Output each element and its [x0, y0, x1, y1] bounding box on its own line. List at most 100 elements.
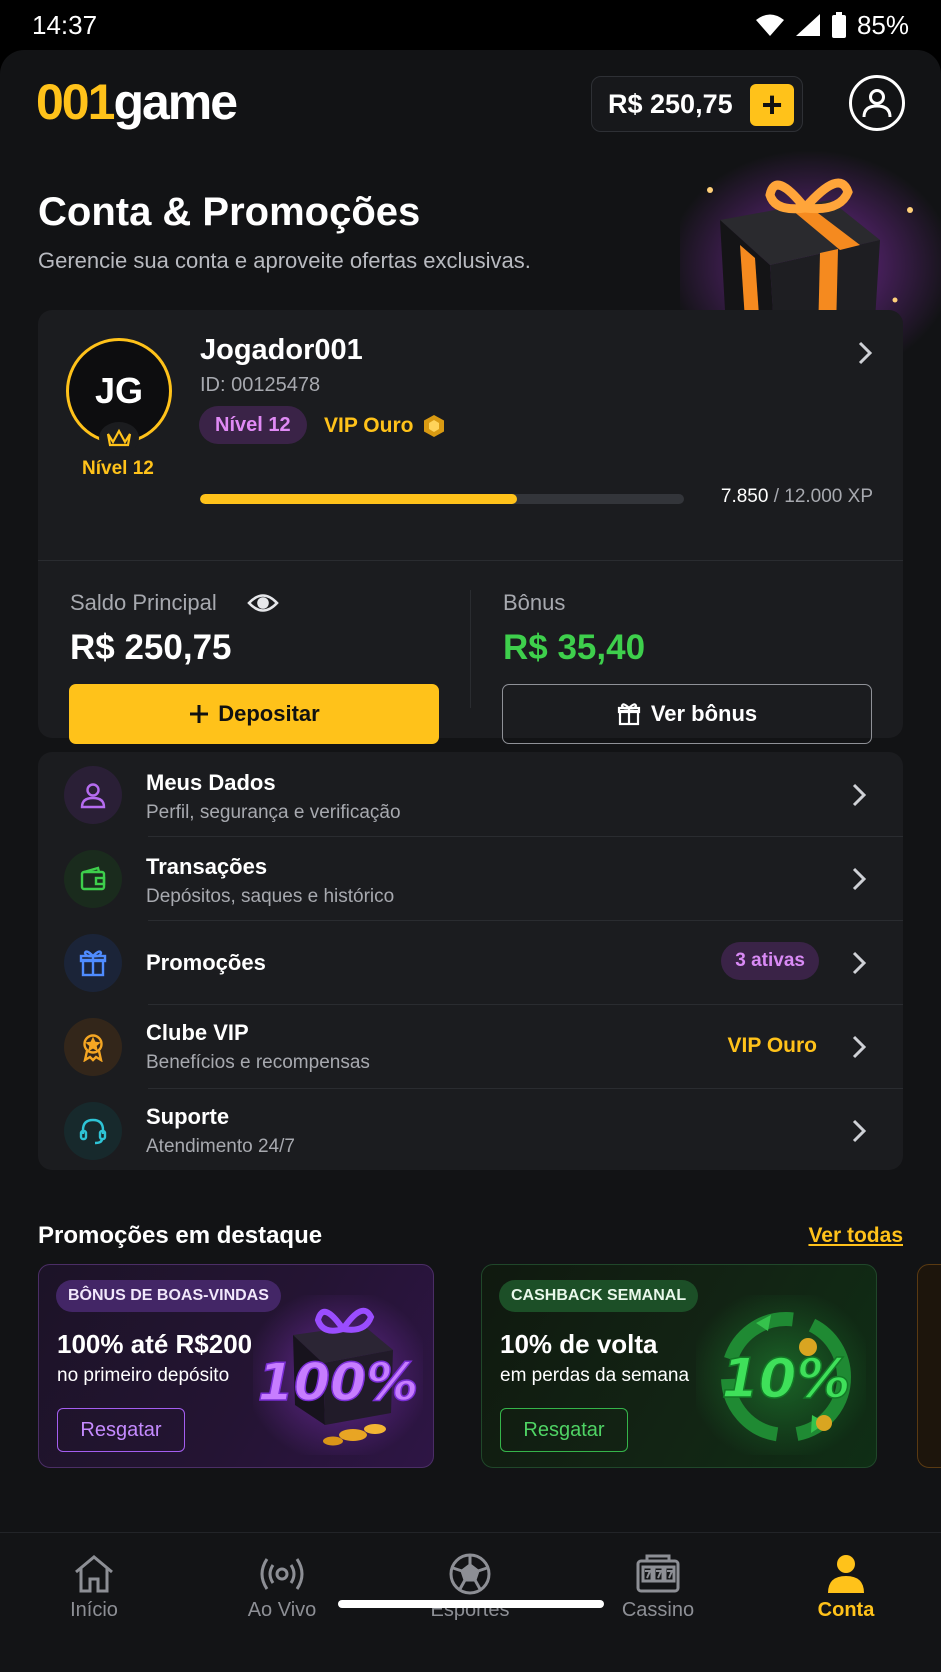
- promo-badge: BÔNUS DE BOAS-VINDAS: [56, 1280, 281, 1312]
- menu-item-title: Transações: [146, 854, 268, 879]
- divider: [470, 590, 471, 708]
- brand-logo[interactable]: 001 game: [36, 73, 238, 131]
- svg-text:100%: 100%: [258, 1353, 419, 1413]
- account-menu: Meus Dados Perfil, segurança e verificaç…: [38, 752, 903, 1170]
- menu-item-subtitle: Perfil, segurança e verificação: [146, 802, 401, 823]
- slot-machine-icon: [636, 1554, 680, 1593]
- chevron-right-icon: [852, 783, 867, 807]
- vip-tier: VIP Ouro: [324, 414, 445, 438]
- xp-text: 7.850 / 12.000 XP: [720, 486, 873, 507]
- xp-progress-fill: [200, 494, 517, 504]
- menu-item-promocoes[interactable]: Promoções 3 ativas: [38, 920, 903, 1004]
- nav-inicio[interactable]: Início: [0, 1533, 188, 1643]
- nav-label: Ao Vivo: [247, 1599, 317, 1621]
- chevron-right-icon: [852, 951, 867, 975]
- nav-esportes[interactable]: Esportes: [376, 1533, 564, 1643]
- gift-icon: [617, 703, 640, 726]
- page-subtitle: Gerencie sua conta e aproveite ofertas e…: [38, 248, 531, 273]
- home-icon: [75, 1555, 113, 1593]
- user-icon: [64, 766, 122, 824]
- menu-item-title: Meus Dados: [146, 770, 276, 795]
- gift-100-percent-icon: 100%: [253, 1295, 423, 1455]
- nav-cassino[interactable]: Cassino: [564, 1533, 752, 1643]
- account-summary-card[interactable]: JG Nível 12 Jogador001 ID: 00125478 Níve…: [38, 310, 903, 744]
- chevron-right-icon: [852, 1035, 867, 1059]
- vip-tier-value: VIP Ouro: [727, 1034, 817, 1057]
- add-funds-button[interactable]: +: [750, 84, 794, 126]
- promo-title: 100% até R$200: [57, 1329, 253, 1359]
- menu-item-title: Suporte: [146, 1104, 230, 1129]
- account-icon: [828, 1555, 864, 1593]
- menu-item-suporte[interactable]: Suporte Atendimento 24/7: [38, 1088, 903, 1172]
- menu-item-clube-vip[interactable]: Clube VIP Benefícios e recompensas VIP O…: [38, 1004, 903, 1088]
- promo-title: 10% de volta: [500, 1329, 658, 1359]
- main-balance-label: Saldo Principal: [70, 590, 279, 616]
- level-badge: Nível 12: [199, 406, 307, 444]
- promo-card-partial[interactable]: [917, 1264, 941, 1468]
- gift-icon: [64, 934, 122, 992]
- wallet-icon: [64, 850, 122, 908]
- redeem-button[interactable]: Resgatar: [500, 1408, 628, 1452]
- soccer-ball-icon: [449, 1553, 491, 1595]
- menu-item-transacoes[interactable]: Transações Depósitos, saques e histórico: [38, 836, 903, 920]
- header-balance[interactable]: R$ 250,75 +: [591, 76, 803, 132]
- svg-text:10%: 10%: [721, 1347, 850, 1410]
- crown-icon: [99, 422, 139, 454]
- home-indicator[interactable]: [338, 1600, 604, 1608]
- menu-item-subtitle: Depósitos, saques e histórico: [146, 886, 395, 907]
- view-bonus-button[interactable]: Ver bônus: [502, 684, 872, 744]
- see-all-link[interactable]: Ver todas: [808, 1224, 903, 1248]
- eye-icon[interactable]: [246, 592, 279, 614]
- user-icon: [862, 89, 892, 118]
- cashback-10-percent-icon: 10%: [696, 1295, 866, 1455]
- promo-card-weekly-cashback[interactable]: CASHBACK SEMANAL 10% de volta em perdas …: [481, 1264, 877, 1468]
- chevron-right-icon[interactable]: [857, 340, 873, 366]
- nav-conta[interactable]: Conta: [752, 1533, 940, 1643]
- cellular-signal-icon: [795, 14, 820, 36]
- user-id: ID: 00125478: [200, 374, 321, 396]
- vip-hexagon-icon: [424, 415, 445, 437]
- status-icons: 85%: [755, 10, 909, 41]
- redeem-button[interactable]: Resgatar: [57, 1408, 185, 1452]
- menu-item-title: Promoções: [146, 950, 266, 975]
- vip-tier-label: VIP Ouro: [324, 414, 414, 437]
- chevron-right-icon: [852, 867, 867, 891]
- page-title: Conta & Promoções: [38, 190, 421, 234]
- menu-item-subtitle: Benefícios e recompensas: [146, 1052, 370, 1073]
- username: Jogador001: [200, 334, 363, 366]
- profile-button[interactable]: [849, 75, 905, 131]
- promo-card-welcome-bonus[interactable]: BÔNUS DE BOAS-VINDAS 100% até R$200 no p…: [38, 1264, 434, 1468]
- deposit-button[interactable]: Depositar: [69, 684, 439, 744]
- battery-percent: 85%: [856, 9, 909, 40]
- main-balance-value: R$ 250,75: [70, 628, 232, 667]
- divider: [38, 560, 903, 561]
- nav-label: Cassino: [621, 1599, 695, 1621]
- headset-icon: [64, 1102, 122, 1160]
- status-bar: 14:37 85%: [0, 0, 941, 50]
- wifi-icon: [755, 14, 784, 36]
- top-bar: 001 game R$ 250,75 +: [0, 50, 941, 154]
- bonus-value: R$ 35,40: [503, 628, 646, 667]
- avatar-level-label: Nível 12: [82, 458, 154, 479]
- battery-icon: [831, 12, 846, 38]
- promo-badge: CASHBACK SEMANAL: [499, 1280, 699, 1312]
- active-promos-badge: 3 ativas: [721, 942, 819, 980]
- promo-subtitle: em perdas da semana: [500, 1365, 690, 1386]
- bonus-label: Bônus: [503, 590, 566, 615]
- nav-label: Conta: [817, 1599, 875, 1621]
- menu-item-title: Clube VIP: [146, 1020, 249, 1045]
- xp-progress-bar: [200, 494, 684, 504]
- nav-label: Início: [70, 1599, 118, 1621]
- promo-subtitle: no primeiro depósito: [57, 1365, 230, 1386]
- plus-icon: [190, 705, 209, 723]
- header-balance-value: R$ 250,75: [608, 88, 733, 119]
- live-broadcast-icon: [260, 1558, 304, 1590]
- app-screen: 001 game R$ 250,75 + Conta & Promoções Ge…: [0, 50, 941, 1672]
- status-time: 14:37: [32, 9, 98, 40]
- menu-item-subtitle: Atendimento 24/7: [146, 1136, 295, 1157]
- nav-ao-vivo[interactable]: Ao Vivo: [188, 1533, 376, 1643]
- chevron-right-icon: [852, 1119, 867, 1143]
- menu-item-meus-dados[interactable]: Meus Dados Perfil, segurança e verificaç…: [38, 752, 903, 836]
- medal-icon: [64, 1018, 122, 1076]
- featured-promos-heading: Promoções em destaque: [38, 1222, 323, 1249]
